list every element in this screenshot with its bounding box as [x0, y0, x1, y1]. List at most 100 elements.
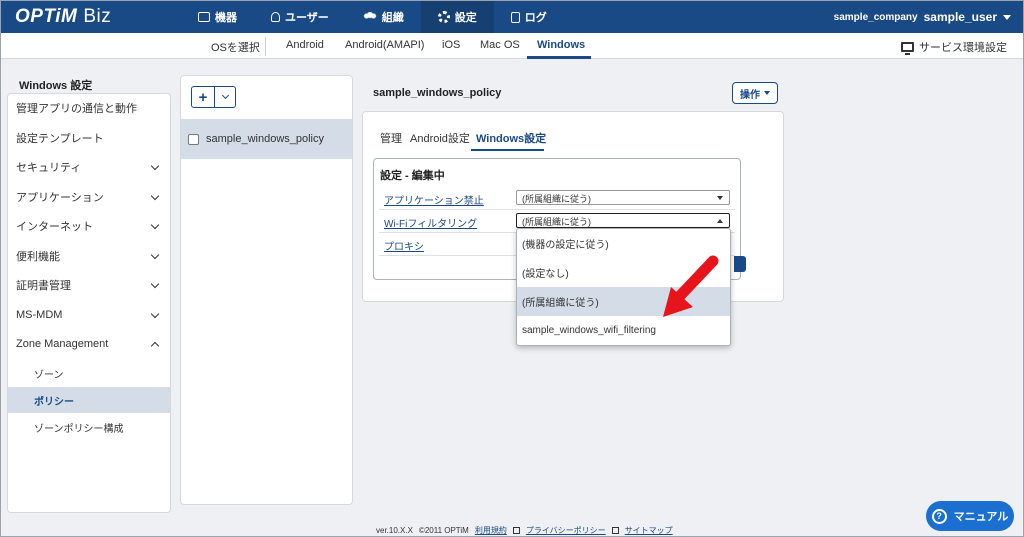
sidebar-item-label: セキュリティ — [16, 162, 82, 174]
sidebar-item-label: ゾーンポリシー構成 — [34, 423, 124, 435]
caret-down-icon — [717, 196, 723, 200]
sidebar-item-zone-policy-config[interactable]: ゾーンポリシー構成 — [8, 413, 170, 441]
sidebar-item-label: 管理アプリの通信と動作 — [16, 103, 137, 115]
nav-organization[interactable]: 組織 — [346, 1, 421, 33]
sidebar: 管理アプリの通信と動作 設定テンプレート セキュリティ アプリケーション インタ… — [7, 93, 171, 513]
main-nav: 機器 ユーザー 組織 設定 ログ — [181, 1, 564, 33]
app-block-select[interactable]: (所属組織に従う) — [516, 190, 730, 205]
policy-name: sample_windows_policy — [206, 133, 325, 145]
sidebar-item-zone-management[interactable]: Zone Management — [8, 330, 170, 358]
service-settings-link[interactable]: サービス環境設定 — [901, 39, 1007, 55]
sidebar-item-label: ポリシー — [34, 396, 74, 408]
caret-down-icon — [764, 91, 770, 95]
nav-organization-label: 組織 — [381, 12, 404, 24]
annotation-arrow-icon — [663, 255, 719, 317]
chevron-up-icon — [150, 341, 160, 351]
setting-link-app-block[interactable]: アプリケーション禁止 — [384, 192, 484, 207]
chevron-down-icon — [150, 250, 160, 260]
add-policy-button[interactable]: + — [192, 87, 215, 107]
chevron-down-icon — [150, 309, 160, 319]
tab-windows[interactable]: Windows — [537, 39, 585, 51]
os-select-label: OSを選択 — [211, 42, 260, 54]
log-icon — [510, 11, 520, 23]
tab-macos[interactable]: Mac OS — [480, 39, 520, 51]
wifi-filter-select[interactable]: (所属組織に従う) — [516, 213, 730, 228]
operations-button[interactable]: 操作 — [732, 82, 778, 104]
setting-link-proxy[interactable]: プロキシ — [384, 238, 424, 253]
add-options-dropdown[interactable] — [215, 87, 235, 107]
sidebar-item-ms-mdm[interactable]: MS-MDM — [8, 301, 170, 329]
chevron-down-icon — [150, 220, 160, 230]
sidebar-item-zones[interactable]: ゾーン — [8, 359, 170, 387]
nav-users[interactable]: ユーザー — [254, 1, 346, 33]
nav-devices[interactable]: 機器 — [181, 1, 254, 33]
nav-logs[interactable]: ログ — [494, 1, 564, 33]
copyright-text: ©2011 OPTiM — [418, 526, 469, 535]
sidebar-item-label: Zone Management — [16, 338, 109, 350]
nav-settings[interactable]: 設定 — [420, 1, 494, 33]
policy-list-panel: + sample_windows_policy — [180, 75, 353, 505]
sitemap-link[interactable]: サイトマップ — [625, 525, 673, 536]
save-button-partial[interactable] — [734, 256, 746, 272]
user-name: sample_user — [923, 10, 997, 24]
device-icon — [198, 12, 210, 22]
privacy-link[interactable]: プライバシーポリシー — [526, 525, 606, 536]
sidebar-item-label: 設定テンプレート — [16, 133, 104, 145]
tab-android-settings[interactable]: Android設定 — [410, 130, 470, 146]
footer: ver.10.X.X ©2011 OPTiM 利用規約 プライバシーポリシー サ… — [376, 525, 673, 536]
sidebar-item-label: MS-MDM — [16, 309, 63, 321]
manual-label: マニュアル — [953, 511, 1009, 523]
service-settings-label: サービス環境設定 — [919, 42, 1007, 54]
sidebar-item-label: 便利機能 — [16, 251, 60, 263]
external-link-icon — [611, 527, 619, 534]
monitor-icon — [901, 42, 914, 55]
chevron-down-icon — [150, 191, 160, 201]
sidebar-item-applications[interactable]: アプリケーション — [8, 183, 170, 211]
tab-windows-settings[interactable]: Windows設定 — [476, 130, 546, 146]
sidebar-item-certificates[interactable]: 証明書管理 — [8, 271, 170, 299]
settings-title: 設定 - 編集中 — [380, 170, 445, 182]
active-tab-indicator — [527, 56, 591, 59]
nav-logs-label: ログ — [524, 12, 547, 24]
sidebar-item-label: ゾーン — [34, 369, 64, 381]
terms-link[interactable]: 利用規約 — [475, 525, 507, 536]
sidebar-item-utilities[interactable]: 便利機能 — [8, 242, 170, 270]
policy-checkbox[interactable] — [188, 133, 199, 145]
account-menu[interactable]: sample_company sample_user — [834, 10, 1011, 24]
organization-icon — [362, 12, 377, 22]
nav-devices-label: 機器 — [215, 12, 237, 24]
tab-management[interactable]: 管理 — [380, 130, 402, 146]
version-text: ver.10.X.X — [376, 526, 413, 535]
chevron-down-icon — [150, 279, 160, 289]
logo[interactable]: OPTiM Biz — [15, 6, 111, 28]
chevron-down-icon — [150, 161, 160, 171]
chevron-down-icon — [221, 91, 229, 100]
active-tab-indicator — [471, 149, 544, 151]
sidebar-item-internet[interactable]: インターネット — [8, 212, 170, 240]
list-item[interactable]: sample_windows_policy — [181, 119, 352, 159]
select-value: (所属組織に従う) — [522, 217, 591, 227]
manual-button[interactable]: ? マニュアル — [926, 501, 1014, 531]
tab-android[interactable]: Android — [286, 39, 324, 51]
tab-ios[interactable]: iOS — [442, 39, 460, 51]
setting-row-app-block: アプリケーション禁止 (所属組織に従う) — [379, 187, 735, 210]
caret-down-icon — [1003, 14, 1011, 20]
setting-link-wifi-filter[interactable]: Wi-Fiフィルタリング — [384, 215, 477, 230]
sidebar-item-label: 証明書管理 — [16, 280, 71, 292]
add-button-group: + — [191, 86, 236, 108]
divider — [265, 37, 266, 56]
operations-label: 操作 — [740, 89, 760, 101]
sidebar-item-templates[interactable]: 設定テンプレート — [8, 124, 170, 152]
user-icon — [271, 12, 280, 22]
sidebar-item-label: アプリケーション — [16, 192, 104, 204]
policy-title: sample_windows_policy — [373, 87, 502, 99]
sidebar-item-security[interactable]: セキュリティ — [8, 153, 170, 181]
os-tab-bar: OSを選択 Android Android(AMAPI) iOS Mac OS … — [1, 33, 1023, 59]
help-icon: ? — [931, 508, 947, 524]
sidebar-item-policies[interactable]: ポリシー — [8, 387, 170, 413]
nav-settings-label: 設定 — [454, 12, 477, 24]
sidebar-item-app-comm[interactable]: 管理アプリの通信と動作 — [8, 94, 170, 122]
caret-up-icon — [717, 219, 723, 223]
tab-android-amapi[interactable]: Android(AMAPI) — [345, 39, 424, 51]
external-link-icon — [512, 527, 520, 534]
